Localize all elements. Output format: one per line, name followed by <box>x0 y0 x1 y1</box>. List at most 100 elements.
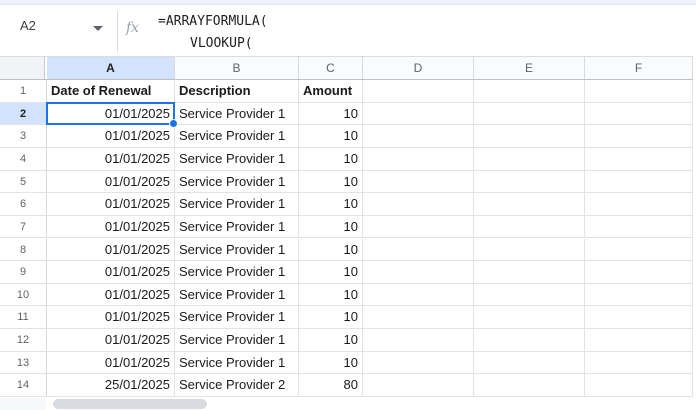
cell[interactable] <box>585 193 693 216</box>
cell[interactable]: Service Provider 1 <box>175 125 299 148</box>
cell[interactable] <box>363 125 474 148</box>
cell[interactable]: 10 <box>299 306 363 330</box>
cell[interactable] <box>585 261 693 284</box>
cell[interactable] <box>474 306 585 330</box>
row-header-10[interactable]: 10 <box>0 283 47 307</box>
cell[interactable]: 01/01/2025 <box>47 102 175 126</box>
cell[interactable] <box>585 374 693 397</box>
cell[interactable] <box>363 193 474 216</box>
cell[interactable] <box>474 193 585 216</box>
cell[interactable] <box>585 125 693 148</box>
formula-input-line-1[interactable]: =ARRAYFORMULA( <box>158 14 268 29</box>
cell[interactable]: Service Provider 1 <box>175 238 299 262</box>
cell[interactable] <box>585 329 693 352</box>
row-header-2[interactable]: 2 <box>0 102 47 126</box>
cell[interactable] <box>474 147 585 171</box>
cell[interactable] <box>585 351 693 375</box>
cell[interactable] <box>585 170 693 194</box>
cell[interactable]: 80 <box>299 374 363 397</box>
cell[interactable]: Service Provider 1 <box>175 306 299 330</box>
row-header-14[interactable]: 14 <box>0 374 47 397</box>
cell[interactable]: 10 <box>299 261 363 284</box>
cell[interactable]: 10 <box>299 238 363 262</box>
row-header-11[interactable]: 11 <box>0 306 47 330</box>
cell[interactable]: 01/01/2025 <box>47 261 175 284</box>
cell[interactable]: 10 <box>299 283 363 307</box>
cell[interactable]: Date of Renewal <box>47 80 175 103</box>
cell[interactable] <box>474 102 585 126</box>
cell[interactable]: Service Provider 1 <box>175 329 299 352</box>
row-header-5[interactable]: 5 <box>0 170 47 194</box>
row-header-9[interactable]: 9 <box>0 261 47 284</box>
cell[interactable] <box>585 80 693 103</box>
cell[interactable]: Service Provider 1 <box>175 283 299 307</box>
cell[interactable] <box>474 283 585 307</box>
select-all-corner[interactable] <box>0 57 45 79</box>
cell[interactable]: 01/01/2025 <box>47 147 175 171</box>
cell[interactable]: 01/01/2025 <box>47 306 175 330</box>
cell[interactable]: 10 <box>299 329 363 352</box>
cell[interactable] <box>474 329 585 352</box>
column-header-d[interactable]: D <box>363 57 474 79</box>
column-header-b[interactable]: B <box>175 57 299 79</box>
cell[interactable]: 01/01/2025 <box>47 329 175 352</box>
name-box[interactable]: A2 <box>20 18 36 33</box>
cell[interactable] <box>585 283 693 307</box>
cell[interactable] <box>474 351 585 375</box>
cell[interactable]: Description <box>175 80 299 103</box>
cell[interactable] <box>474 261 585 284</box>
cell[interactable] <box>474 125 585 148</box>
cell[interactable] <box>363 351 474 375</box>
column-header-f[interactable]: F <box>585 57 693 79</box>
cell[interactable] <box>363 329 474 352</box>
cell[interactable]: 25/01/2025 <box>47 374 175 397</box>
cell[interactable]: Service Provider 1 <box>175 102 299 126</box>
cell[interactable] <box>474 80 585 103</box>
cell[interactable]: 01/01/2025 <box>47 283 175 307</box>
cell[interactable]: Service Provider 1 <box>175 193 299 216</box>
name-box-dropdown-icon[interactable] <box>93 26 103 31</box>
row-header-12[interactable]: 12 <box>0 329 47 352</box>
cell[interactable]: Service Provider 1 <box>175 215 299 239</box>
cell[interactable]: 10 <box>299 351 363 375</box>
row-header-1[interactable]: 1 <box>0 80 47 103</box>
cell[interactable] <box>363 80 474 103</box>
row-header-3[interactable]: 3 <box>0 125 47 148</box>
cell[interactable] <box>363 374 474 397</box>
row-header-8[interactable]: 8 <box>0 238 47 262</box>
cell[interactable] <box>474 215 585 239</box>
cell[interactable]: Service Provider 1 <box>175 351 299 375</box>
cell[interactable]: 10 <box>299 193 363 216</box>
cell[interactable]: 10 <box>299 147 363 171</box>
cell[interactable]: 01/01/2025 <box>47 351 175 375</box>
column-header-c[interactable]: C <box>299 57 363 79</box>
cell[interactable] <box>585 102 693 126</box>
cell[interactable] <box>585 238 693 262</box>
cell[interactable] <box>363 261 474 284</box>
cell[interactable] <box>474 170 585 194</box>
cell[interactable]: Service Provider 2 <box>175 374 299 397</box>
cell[interactable]: Service Provider 1 <box>175 147 299 171</box>
row-header-6[interactable]: 6 <box>0 193 47 216</box>
cell[interactable]: Amount <box>299 80 363 103</box>
cell[interactable] <box>363 102 474 126</box>
column-header-a[interactable]: A <box>47 57 175 79</box>
cell[interactable] <box>363 238 474 262</box>
formula-input-line-2[interactable]: VLOOKUP( <box>190 36 253 51</box>
cell[interactable]: 10 <box>299 102 363 126</box>
row-header-13[interactable]: 13 <box>0 351 47 375</box>
cell[interactable] <box>585 147 693 171</box>
row-header-4[interactable]: 4 <box>0 147 47 171</box>
row-header-7[interactable]: 7 <box>0 215 47 239</box>
cell[interactable] <box>363 170 474 194</box>
cell[interactable]: 01/01/2025 <box>47 170 175 194</box>
cell[interactable]: Service Provider 1 <box>175 170 299 194</box>
cell[interactable]: Service Provider 1 <box>175 261 299 284</box>
cell[interactable]: 10 <box>299 170 363 194</box>
horizontal-scrollbar-thumb[interactable] <box>53 399 207 409</box>
cell[interactable] <box>585 215 693 239</box>
cell[interactable]: 01/01/2025 <box>47 215 175 239</box>
cell[interactable]: 10 <box>299 215 363 239</box>
cell[interactable] <box>474 238 585 262</box>
cell[interactable]: 10 <box>299 125 363 148</box>
